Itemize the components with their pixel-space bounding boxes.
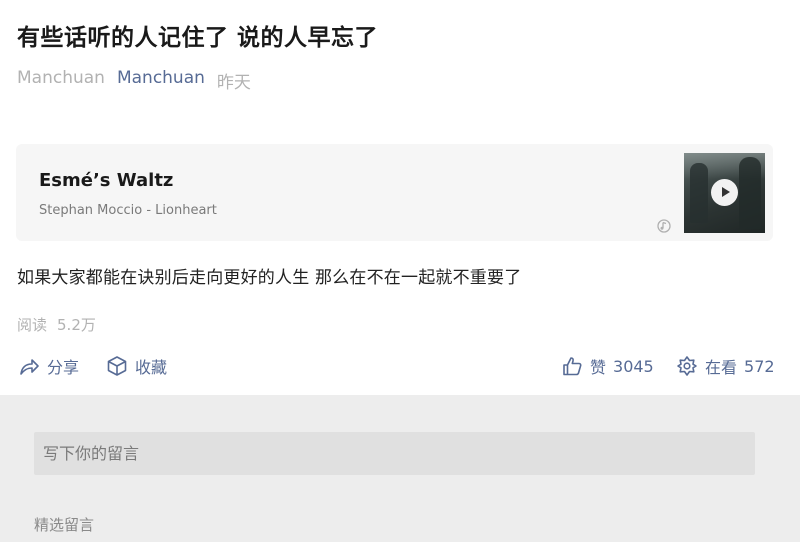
play-icon[interactable] [711,179,738,206]
article-title: 有些话听的人记住了 说的人早忘了 [17,25,379,51]
watching-label: 在看 [705,358,738,377]
selected-comments-heading: 精选留言 [34,516,95,534]
read-count: 阅读 5.2万 [17,314,96,335]
publish-date: 昨天 [216,73,251,93]
share-icon [20,359,39,375]
flower-icon [677,356,697,376]
music-card[interactable]: Esmé’s Waltz Stephan Moccio - Lionheart [16,144,773,241]
comment-section: 精选留言 [0,395,800,542]
like-label: 赞 [590,358,607,377]
favorite-button[interactable]: 收藏 [106,350,167,382]
comment-input[interactable] [34,432,755,475]
album-cover [684,153,765,233]
read-label: 阅读 [17,316,48,334]
article-meta: Manchuan Manchuan 昨天 [17,68,251,93]
qq-music-icon [657,219,671,233]
like-count: 3045 [613,356,654,376]
song-title: Esmé’s Waltz [39,170,174,191]
share-button[interactable]: 分享 [18,350,79,382]
action-bar: 分享 收藏 赞 3045 在看 572 [0,350,800,382]
thumbs-up-icon [563,357,582,376]
article: 有些话听的人记住了 说的人早忘了 Manchuan Manchuan 昨天 Es… [0,0,800,395]
author-name: Manchuan [17,68,105,88]
like-button[interactable]: 赞 3045 [561,350,654,382]
article-body: 如果大家都能在诀别后走向更好的人生 那么在不在一起就不重要了 [17,268,522,288]
read-value: 5.2万 [57,316,96,334]
share-label: 分享 [47,358,80,377]
watching-button[interactable]: 在看 572 [676,350,775,382]
watching-count: 572 [744,356,775,376]
cube-icon [107,356,127,376]
song-artist: Stephan Moccio - Lionheart [39,203,217,218]
favorite-label: 收藏 [135,358,168,377]
account-link[interactable]: Manchuan [117,68,205,93]
